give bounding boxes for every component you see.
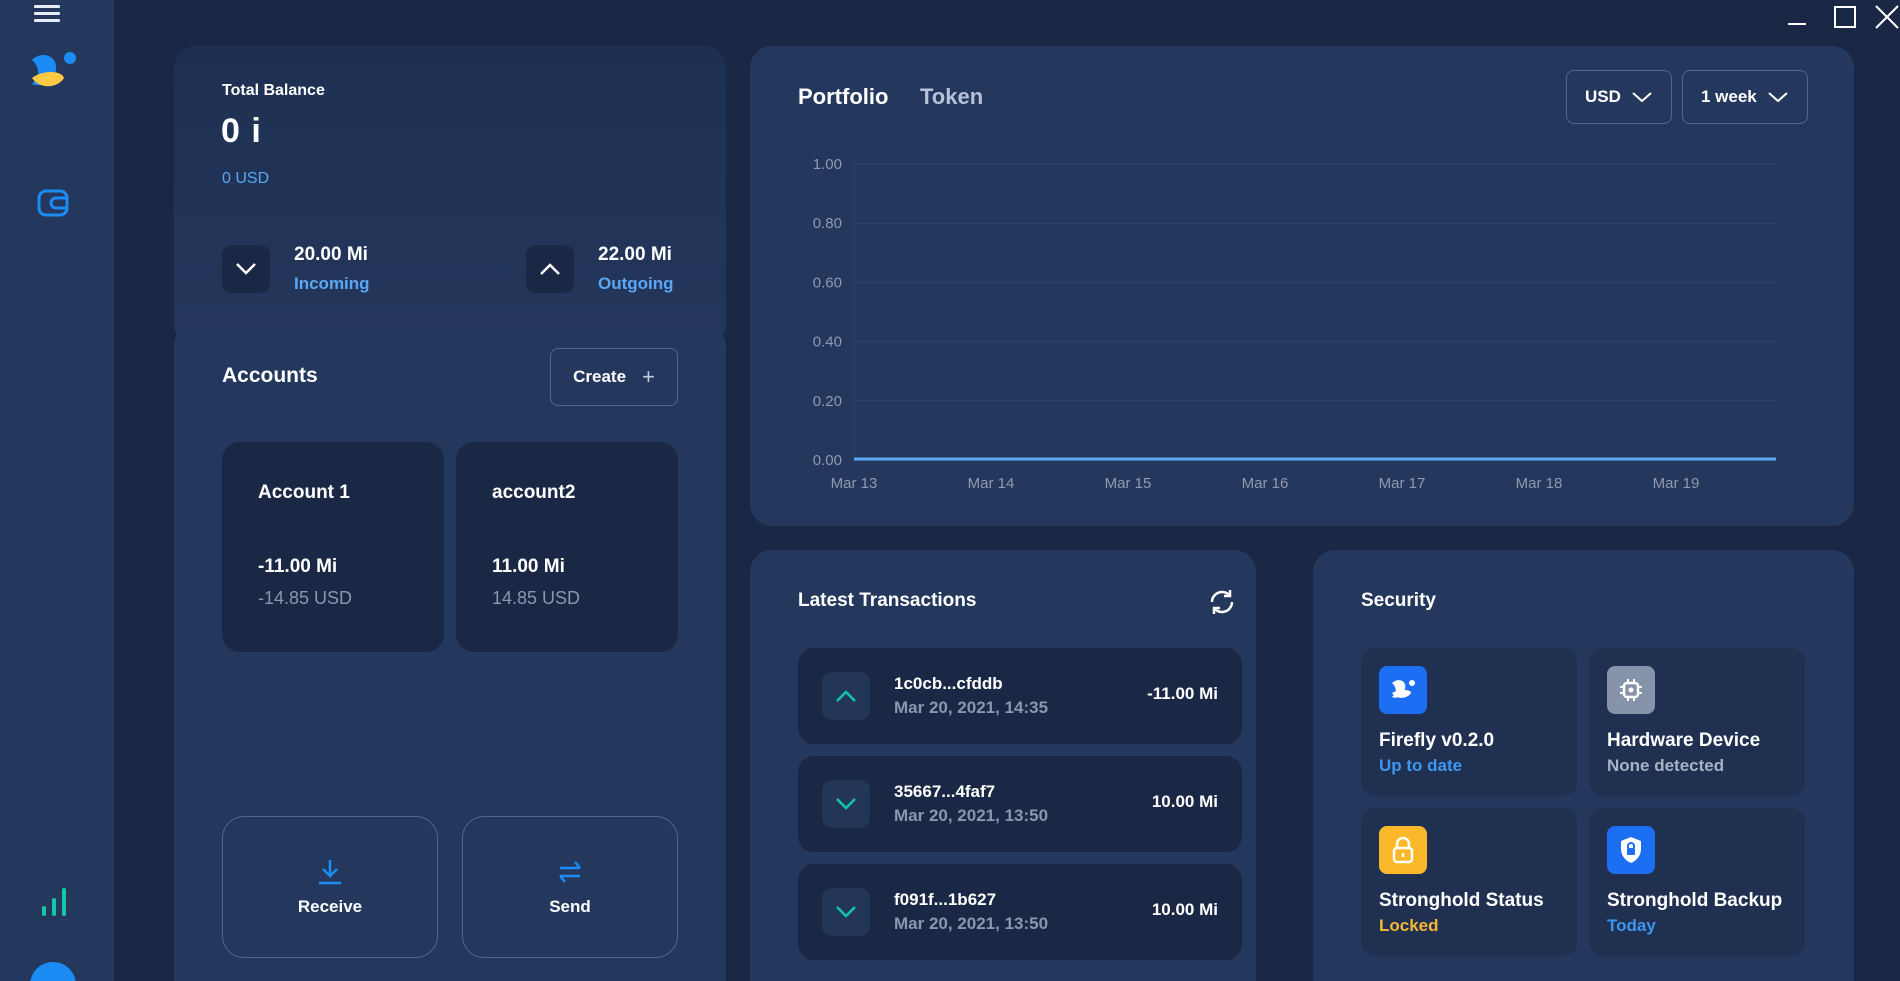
transaction-amount: -11.00 Mi [1147, 684, 1218, 703]
account-tile[interactable]: Account 1 -11.00 Mi -14.85 USD [222, 442, 444, 652]
portfolio-card: Portfolio Token USD 1 week 1.00 0.80 0.60 0… [750, 46, 1854, 526]
incoming-label: Incoming [294, 274, 370, 293]
total-balance-amount: 0 i [221, 112, 262, 150]
security-tile-status: Today [1607, 916, 1656, 935]
refresh-icon[interactable] [1208, 588, 1236, 616]
create-account-button[interactable]: Create + [550, 348, 678, 406]
incoming-summary: 20.00 Mi Incoming [222, 244, 370, 294]
transaction-hash: 35667...4faf7 [894, 782, 996, 801]
portfolio-chart: 1.00 0.80 0.60 0.40 0.20 0.00 Mar 13 Mar 14 Mar … [813, 156, 1776, 492]
x-tick-label: Mar 19 [1653, 475, 1700, 492]
transaction-row[interactable]: 35667...4faf7 Mar 20, 2021, 13:50 10.00 … [798, 756, 1242, 852]
account-fiat: -14.85 USD [258, 588, 353, 608]
account-balance: -11.00 Mi [258, 556, 338, 577]
x-tick-label: Mar 13 [831, 475, 878, 492]
security-tile-stronghold-status[interactable]: Stronghold Status Locked [1361, 808, 1577, 956]
plus-icon: + [642, 364, 655, 389]
receive-button[interactable]: Receive [222, 816, 438, 958]
transaction-hash: f091f...1b627 [894, 890, 997, 909]
firefly-logo [28, 48, 80, 94]
x-tick-label: Mar 16 [1242, 475, 1289, 492]
outgoing-amount: 22.00 Mi [598, 244, 672, 265]
security-tile-status: Up to date [1379, 756, 1463, 775]
menu-icon[interactable] [34, 2, 60, 28]
security-tile-name: Stronghold Status [1379, 890, 1544, 911]
transactions-title: Latest Transactions [798, 590, 977, 611]
avatar[interactable] [30, 962, 76, 981]
sidebar [0, 0, 114, 981]
account-tile[interactable]: account2 11.00 Mi 14.85 USD [456, 442, 678, 652]
transaction-row[interactable]: 1c0cb...cfddb Mar 20, 2021, 14:35 -11.00… [798, 648, 1242, 744]
send-button[interactable]: Send [462, 816, 678, 958]
total-balance-fiat: 0 USD [222, 170, 270, 187]
x-tick-label: Mar 18 [1516, 475, 1563, 492]
download-icon [319, 860, 341, 885]
minimize-icon[interactable] [1782, 2, 1812, 32]
y-tick-label: 0.80 [813, 215, 842, 232]
security-tile-firefly[interactable]: Firefly v0.2.0 Up to date [1361, 648, 1577, 796]
close-icon[interactable] [1872, 2, 1900, 32]
y-tick-label: 0.60 [813, 274, 842, 291]
security-tile-name: Firefly v0.2.0 [1379, 730, 1495, 751]
transaction-row[interactable]: f091f...1b627 Mar 20, 2021, 13:50 10.00 … [798, 864, 1242, 960]
account-name: account2 [492, 482, 576, 503]
security-card: Security Firefly v0.2.0 Up to date Hardw… [1313, 550, 1854, 981]
chevron-up-icon [526, 245, 574, 293]
create-label: Create [573, 367, 627, 386]
account-balance: 11.00 Mi [492, 556, 565, 577]
transaction-date: Mar 20, 2021, 13:50 [894, 806, 1049, 825]
transaction-amount: 10.00 Mi [1151, 900, 1218, 919]
transfer-icon [559, 861, 581, 883]
incoming-amount: 20.00 Mi [294, 244, 368, 265]
security-title: Security [1361, 590, 1436, 611]
shield-icon [1607, 826, 1655, 874]
send-label: Send [549, 897, 591, 916]
balance-card: Total Balance 0 i 0 USD 20.00 Mi Incomin… [174, 46, 726, 346]
chevron-down-icon [822, 780, 870, 828]
outgoing-label: Outgoing [598, 274, 674, 293]
security-tile-name: Hardware Device [1607, 730, 1761, 751]
security-tile-stronghold-backup[interactable]: Stronghold Backup Today [1589, 808, 1805, 956]
chevron-up-icon [822, 672, 870, 720]
y-tick-label: 0.00 [813, 452, 842, 469]
transaction-hash: 1c0cb...cfddb [894, 674, 1003, 693]
maximize-icon[interactable] [1829, 2, 1859, 32]
wallet-icon[interactable] [36, 188, 70, 218]
receive-label: Receive [297, 897, 363, 916]
transaction-amount: 10.00 Mi [1151, 792, 1218, 811]
lock-icon [1379, 826, 1427, 874]
x-tick-label: Mar 15 [1105, 475, 1152, 492]
accounts-title: Accounts [222, 364, 318, 387]
y-tick-label: 0.40 [813, 334, 842, 351]
transaction-date: Mar 20, 2021, 13:50 [894, 914, 1049, 933]
outgoing-summary: 22.00 Mi Outgoing [526, 244, 674, 294]
chip-icon [1607, 666, 1655, 714]
chevron-down-icon [822, 888, 870, 936]
chart-icon[interactable] [40, 886, 68, 918]
total-balance-label: Total Balance [222, 82, 325, 99]
account-fiat: 14.85 USD [492, 588, 581, 608]
security-tile-status: None detected [1607, 756, 1725, 775]
security-tile-status: Locked [1379, 916, 1439, 935]
y-tick-label: 0.20 [813, 393, 842, 410]
accounts-card: Accounts Create + Account 1 -11.00 Mi -1… [174, 324, 726, 981]
chevron-down-icon [222, 245, 270, 293]
firefly-icon [1379, 666, 1427, 714]
account-name: Account 1 [258, 482, 350, 503]
security-tile-hardware[interactable]: Hardware Device None detected [1589, 648, 1805, 796]
x-tick-label: Mar 17 [1379, 475, 1426, 492]
transaction-date: Mar 20, 2021, 14:35 [894, 698, 1049, 717]
x-tick-label: Mar 14 [968, 475, 1015, 492]
security-tile-name: Stronghold Backup [1607, 890, 1783, 911]
y-tick-label: 1.00 [813, 156, 842, 173]
transactions-card: Latest Transactions 1c0cb...cfddb Mar 20… [750, 550, 1256, 981]
